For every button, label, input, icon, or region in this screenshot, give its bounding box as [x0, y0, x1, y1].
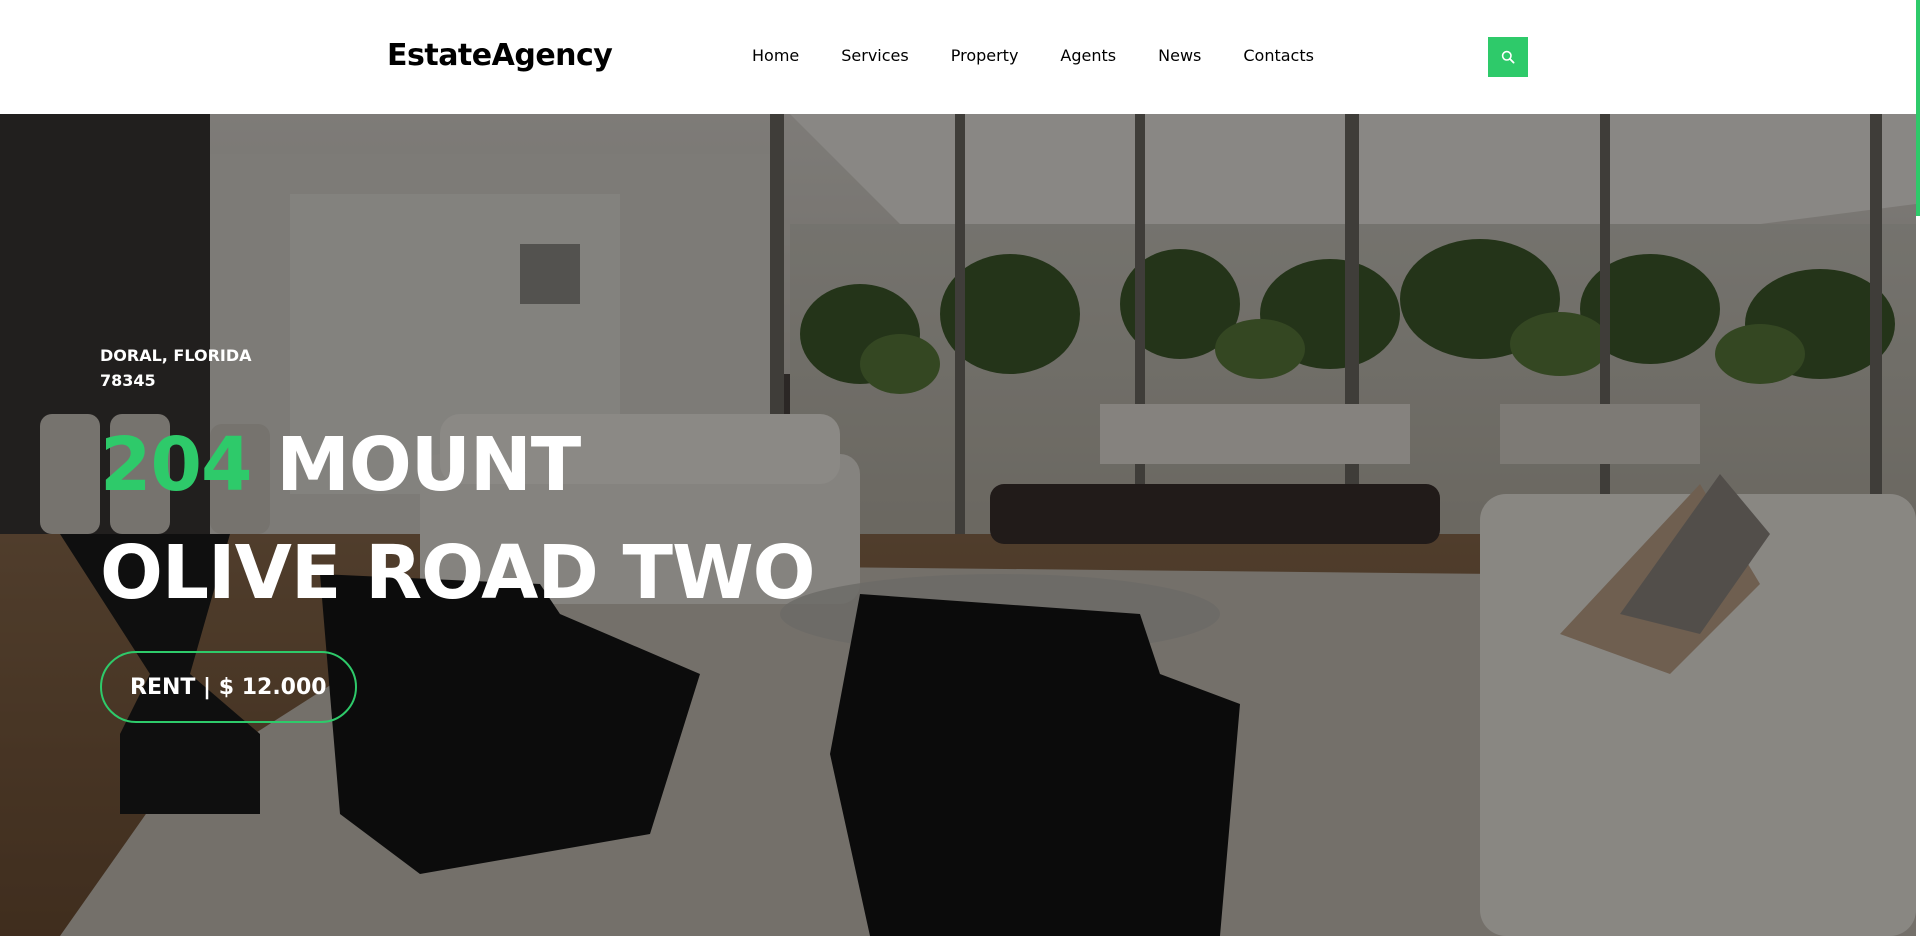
- hero-title-number: 204: [100, 422, 252, 508]
- hero-content: DORAL, FLORIDA 78345 204 MOUNT OLIVE ROA…: [100, 343, 816, 723]
- top-navbar: EstateAgency Home Services Property Agen…: [0, 0, 1916, 114]
- hero-title-line2: OLIVE ROAD TWO: [100, 530, 816, 616]
- nav-item-news[interactable]: News: [1158, 44, 1201, 68]
- hero-title: 204 MOUNT OLIVE ROAD TWO: [100, 411, 816, 627]
- nav-item-home[interactable]: Home: [752, 44, 799, 68]
- rent-price-button[interactable]: RENT | $ 12.000: [100, 651, 357, 723]
- nav-item-property[interactable]: Property: [951, 44, 1019, 68]
- nav-item-agents[interactable]: Agents: [1060, 44, 1116, 68]
- hero-location: DORAL, FLORIDA 78345: [100, 343, 270, 393]
- hero-title-line1: MOUNT: [276, 422, 581, 508]
- scrollbar-thumb[interactable]: [1916, 0, 1920, 216]
- page-scrollbar[interactable]: [1916, 0, 1920, 936]
- hero-slide: DORAL, FLORIDA 78345 204 MOUNT OLIVE ROA…: [0, 114, 1916, 936]
- brand-logo[interactable]: EstateAgency: [387, 38, 613, 74]
- nav-item-contacts[interactable]: Contacts: [1243, 44, 1314, 68]
- nav-item-services[interactable]: Services: [841, 44, 908, 68]
- hero-location-city: DORAL, FLORIDA: [100, 346, 252, 365]
- hero-location-zip: 78345: [100, 371, 156, 390]
- main-nav: Home Services Property Agents News Conta…: [752, 44, 1314, 68]
- search-button[interactable]: [1488, 37, 1528, 77]
- search-icon: [1501, 50, 1515, 64]
